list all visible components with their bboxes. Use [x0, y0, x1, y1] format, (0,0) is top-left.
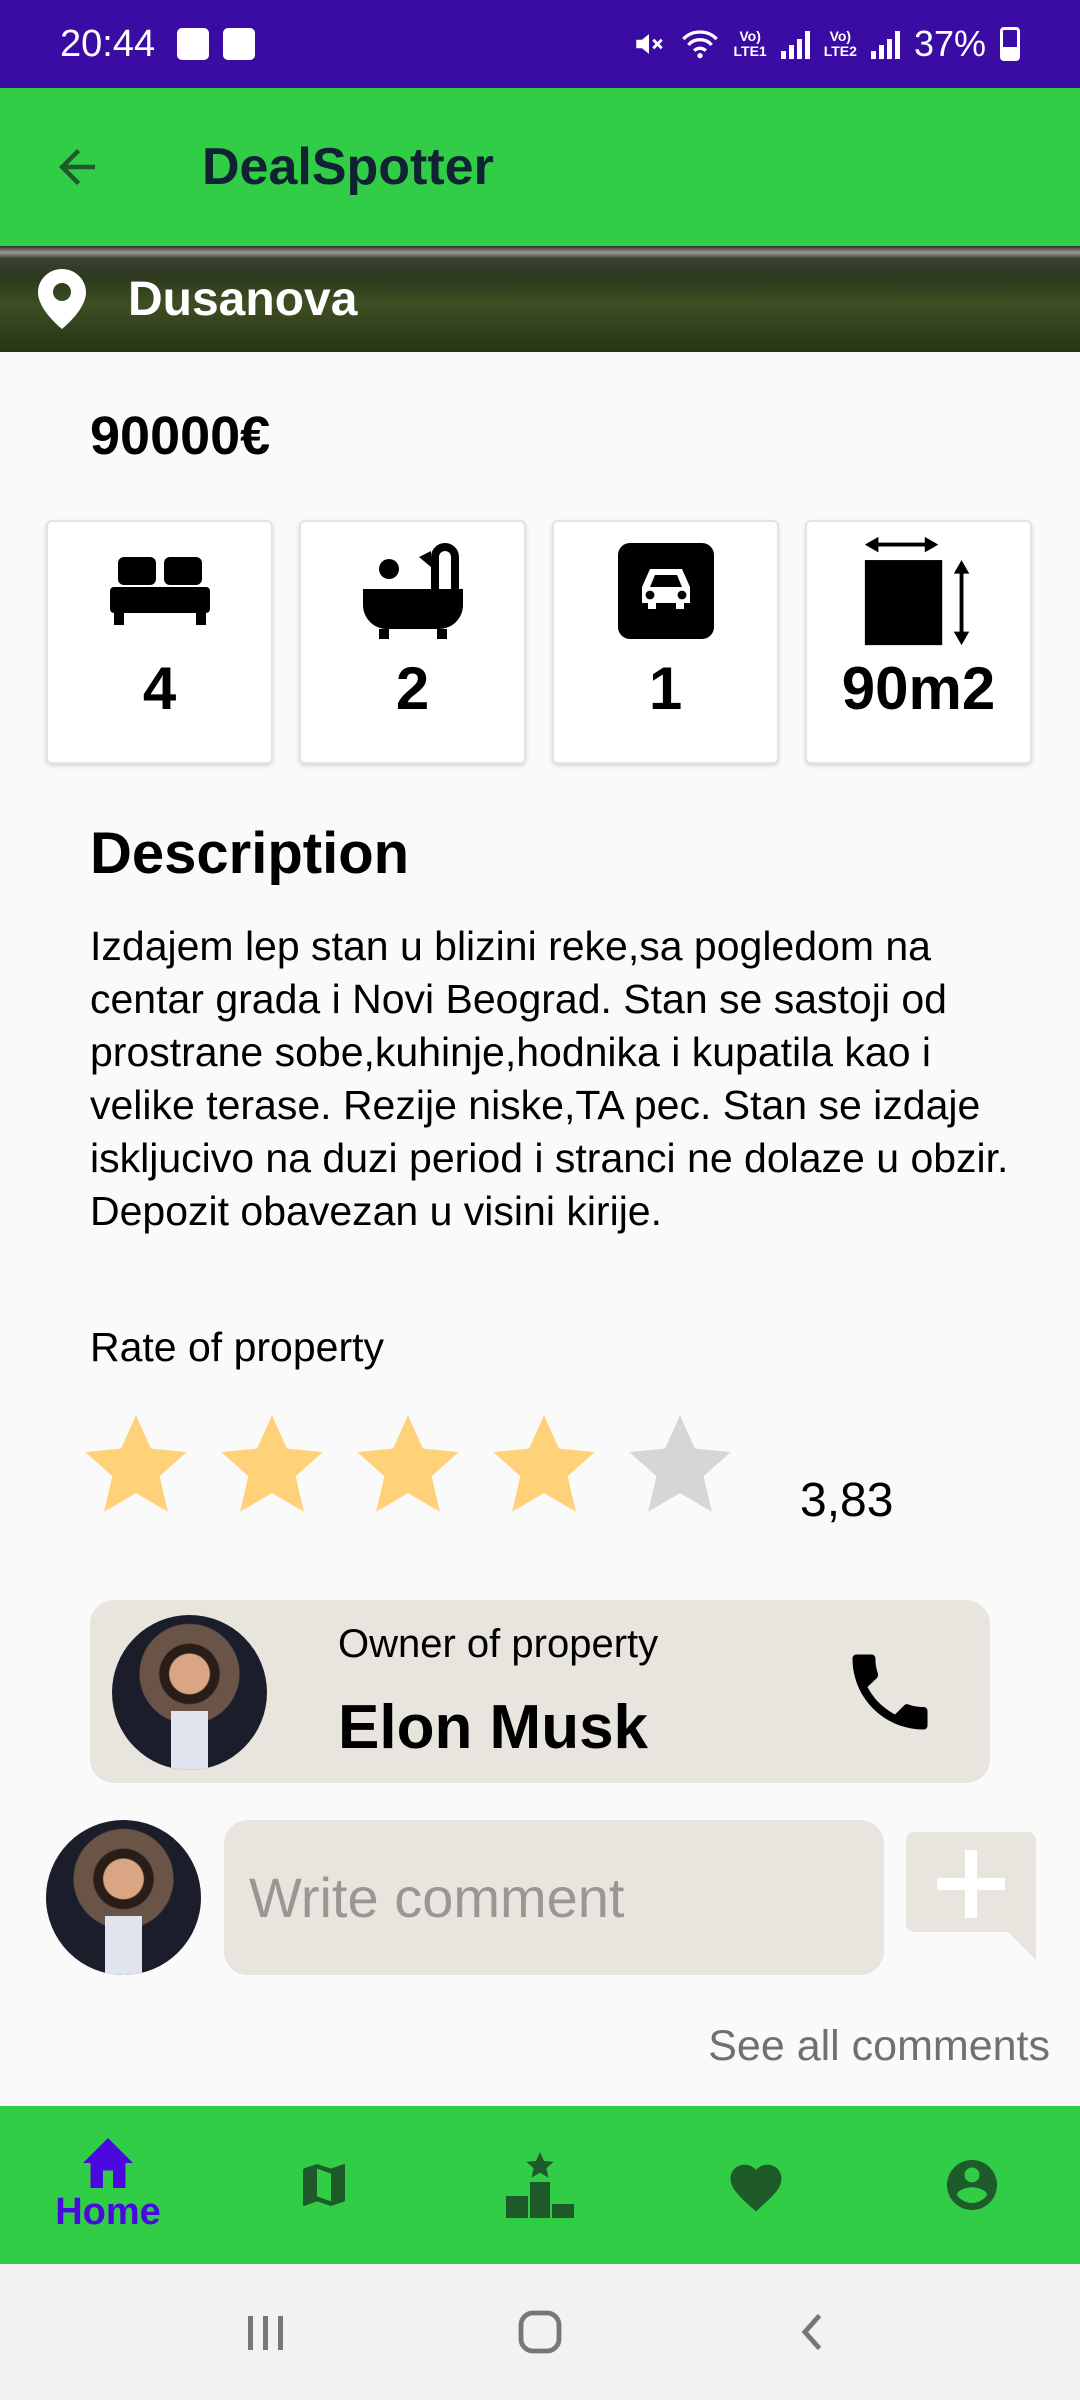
recent-apps-icon[interactable] [244, 2310, 288, 2354]
wifi-icon [681, 30, 718, 59]
area-size-icon [864, 536, 969, 646]
parking-card: 1 [552, 520, 779, 764]
owner-name: Elon Musk [338, 1693, 649, 1762]
back-button[interactable] [0, 88, 160, 246]
address-banner: Dusanova [0, 246, 1080, 352]
system-nav-bar [0, 2264, 1080, 2400]
nav-home-label: Home [55, 2190, 161, 2233]
signal-icon [780, 29, 810, 59]
arrow-back-icon [59, 149, 95, 185]
property-address: Dusanova [128, 272, 358, 326]
lte1-icon: Vo) LTE1 [733, 28, 767, 59]
nav-home[interactable]: Home [0, 2106, 216, 2264]
star-filled-icon[interactable] [350, 1408, 466, 1524]
nav-profile[interactable] [864, 2106, 1080, 2264]
star-filled-icon[interactable] [78, 1408, 194, 1524]
area-card: 90m2 [805, 520, 1032, 764]
nav-favorites[interactable] [648, 2106, 864, 2264]
features-row: 4 2 1 90m2 [46, 520, 1034, 764]
rating-stars[interactable] [78, 1408, 738, 1524]
account-circle-icon [947, 2160, 997, 2210]
back-system-icon[interactable] [792, 2310, 836, 2354]
car-icon [617, 543, 714, 639]
battery-percent: 37% [913, 23, 986, 64]
status-bar: 20:44 Vo) LTE1 Vo) LTE2 37% [0, 0, 1080, 88]
nav-map[interactable] [216, 2106, 432, 2264]
phone-call-icon[interactable] [840, 1642, 940, 1742]
rating-value: 3,83 [800, 1474, 894, 1527]
star-empty-icon[interactable] [622, 1408, 738, 1524]
add-comment-icon[interactable] [906, 1832, 1036, 1962]
bathrooms-card: 2 [299, 520, 526, 764]
description-text: Izdajem lep stan u blizini reke,sa pogle… [90, 923, 1009, 1234]
parking-count: 1 [648, 655, 683, 722]
nav-leaderboard[interactable] [432, 2106, 648, 2264]
gallery-notification-icon [177, 28, 210, 60]
home-system-icon[interactable] [516, 2308, 564, 2356]
bed-icon [109, 557, 210, 625]
app-bar: DealSpotter [0, 88, 1080, 246]
owner-label: Owner of property [338, 1622, 659, 1666]
see-all-comments-link[interactable]: See all comments [708, 2022, 1050, 2071]
description-heading: Description [90, 821, 410, 886]
signal-icon-2 [870, 29, 900, 59]
calendar-notification-icon [223, 28, 256, 60]
area-value: 90m2 [841, 655, 996, 722]
map-icon [303, 2164, 345, 2206]
user-avatar [46, 1820, 201, 1975]
mute-icon [635, 34, 663, 54]
bathrooms-count: 2 [395, 655, 430, 722]
heart-icon [730, 2164, 782, 2212]
property-price: 90000€ [90, 406, 271, 466]
battery-icon [1000, 27, 1020, 61]
bedrooms-count: 4 [142, 655, 177, 722]
location-pin-icon [38, 269, 86, 329]
star-filled-icon[interactable] [486, 1408, 602, 1524]
leaderboard-icon [506, 2152, 574, 2218]
bottom-nav: Home [0, 2106, 1080, 2264]
home-icon [83, 2137, 133, 2188]
status-time: 20:44 [60, 22, 156, 65]
bathtub-icon [362, 543, 463, 639]
owner-avatar [112, 1615, 267, 1770]
star-filled-icon[interactable] [214, 1408, 330, 1524]
owner-card: Owner of property Elon Musk [90, 1600, 990, 1783]
app-title: DealSpotter [202, 138, 494, 196]
rate-label: Rate of property [90, 1324, 384, 1370]
bedrooms-card: 4 [46, 520, 273, 764]
comment-input[interactable] [224, 1820, 884, 1975]
lte2-icon: Vo) LTE2 [823, 28, 857, 59]
